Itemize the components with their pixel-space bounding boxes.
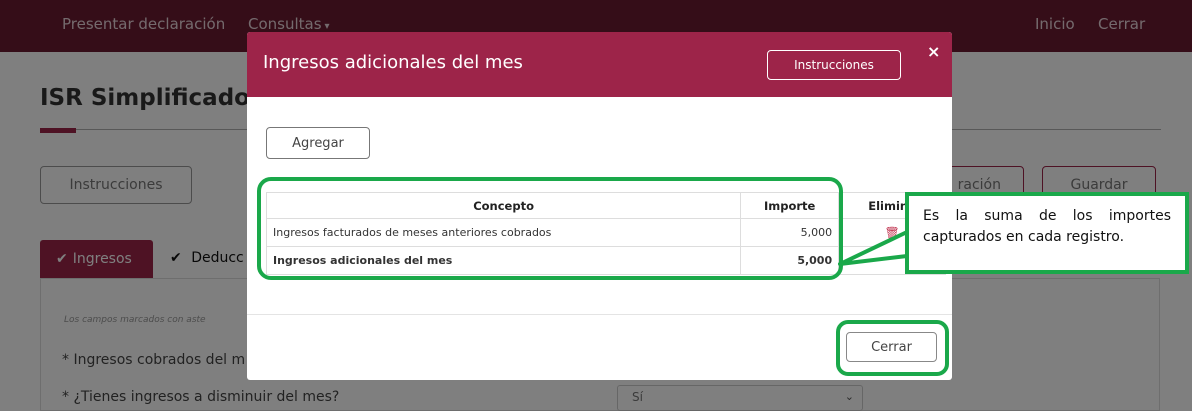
close-icon[interactable]: ×	[927, 42, 940, 61]
annotation-callout: Es la suma de los importes capturados en…	[905, 192, 1189, 274]
modal-footer-divider	[247, 314, 952, 315]
agregar-button[interactable]: Agregar	[266, 127, 370, 159]
modal-header: Ingresos adicionales del mes Instruccion…	[247, 32, 952, 97]
cerrar-highlight	[836, 320, 949, 376]
modal-instrucciones-button[interactable]: Instrucciones	[767, 50, 901, 80]
callout-pointer	[838, 230, 908, 266]
table-highlight	[257, 177, 843, 280]
modal-title: Ingresos adicionales del mes	[263, 52, 523, 73]
